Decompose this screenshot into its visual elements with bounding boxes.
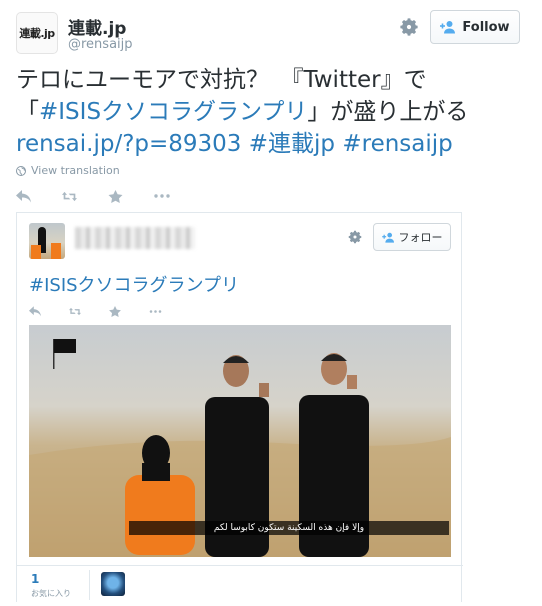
author-avatar[interactable]: 連載.jp (16, 12, 58, 54)
embedded-more (149, 304, 189, 318)
hashtag-link[interactable]: #ISISクソコラグランプリ (39, 99, 307, 125)
embedded-author-name-blurred (75, 227, 195, 249)
retweet-button[interactable] (62, 187, 108, 205)
embedded-hashtag: #ISISクソコラグランプリ (29, 275, 240, 296)
hashtag-link-rensaijp[interactable]: #rensaijp (342, 131, 452, 157)
favorite-button[interactable] (108, 187, 154, 205)
embedded-favorite (109, 304, 149, 318)
tweet-line-2: 「#ISISクソコラグランプリ」が盛り上がる (16, 96, 530, 128)
embedded-follow-label: フォロー (398, 231, 443, 244)
news-photo: وإلا فإن هذه السكينة ستكون كابوسا لكم (29, 325, 451, 557)
embedded-reply (29, 304, 69, 318)
embedded-author-avatar (29, 223, 65, 259)
avatar-figure (51, 243, 61, 259)
embedded-tweet-image[interactable]: フォロー #ISISクソコラグランプリ وإلا فإن هذه السكينة… (16, 212, 463, 603)
author-handle[interactable]: @rensaijp (68, 37, 133, 52)
embedded-retweet (69, 304, 109, 318)
reply-button[interactable] (16, 187, 62, 205)
reply-icon (16, 189, 31, 202)
stats-divider (89, 570, 90, 600)
tweet-actions (16, 186, 200, 206)
gear-icon (348, 230, 362, 244)
tweet-line-2-suffix: 」が盛り上がる (307, 99, 469, 125)
reply-icon (29, 305, 41, 316)
hashtag-link-rensai-jp[interactable]: #連載jp (249, 131, 335, 157)
retweet-icon (62, 191, 77, 201)
globe-icon (16, 165, 26, 176)
person-plus-icon (381, 232, 394, 243)
favorites-label: お気に入り (31, 589, 71, 598)
favorites-count: 1 (31, 572, 40, 586)
view-translation-link[interactable]: View translation (16, 164, 120, 177)
tweet-text: テロにユーモアで対抗？ 『Twitter』で 「#ISISクソコラグランプリ」が… (16, 64, 530, 160)
embedded-tweet-actions (29, 303, 189, 319)
url-link[interactable]: rensai.jp/?p=89303 (16, 131, 241, 157)
more-dots-icon (149, 309, 162, 313)
embedded-stats: 1 お気に入り (17, 565, 463, 603)
retweet-icon (69, 307, 81, 315)
tweet-line-3: rensai.jp/?p=89303 #連載jp #rensaijp (16, 128, 530, 160)
black-flag (54, 339, 76, 353)
star-icon (108, 189, 123, 203)
tweet-line-1: テロにユーモアで対抗？ 『Twitter』で (16, 67, 427, 93)
avatar-figure (31, 245, 41, 259)
follow-button[interactable]: Follow (430, 10, 520, 44)
gear-icon[interactable] (398, 16, 420, 38)
tweet-header: 連載.jp 連載.jp @rensaijp Follow (12, 10, 530, 60)
tweet-bracket-open: 「 (16, 99, 39, 125)
avatar-logo-text: 連載.jp (19, 27, 55, 40)
follow-button-label: Follow (462, 19, 510, 35)
author-name[interactable]: 連載.jp (68, 14, 126, 39)
more-button[interactable] (154, 187, 200, 205)
embedded-follow-button: フォロー (373, 223, 451, 251)
star-icon (109, 305, 121, 317)
view-translation-label: View translation (31, 164, 120, 177)
favoriter-avatar (101, 572, 125, 596)
photo-caption: وإلا فإن هذه السكينة ستكون كابوسا لكم (129, 521, 449, 535)
person-plus-icon (440, 21, 456, 34)
more-dots-icon (154, 194, 170, 198)
